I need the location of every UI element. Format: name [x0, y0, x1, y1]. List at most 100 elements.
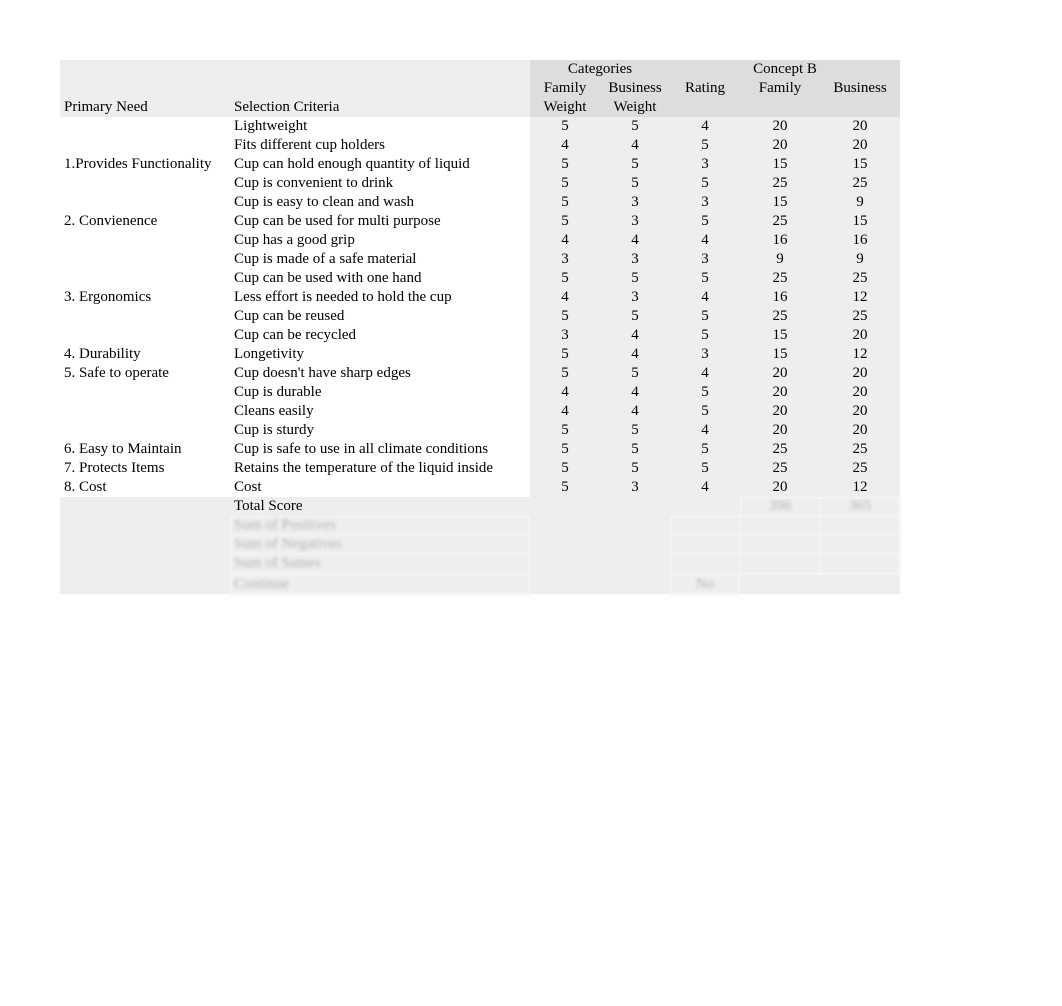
family-weight-cell: 4	[530, 288, 600, 307]
primary-need-cell	[60, 250, 230, 269]
continue-label: Continue	[230, 575, 530, 594]
business-weight-cell: 3	[600, 250, 670, 269]
rating-cell: 4	[670, 288, 740, 307]
table-row: Cup is convenient to drink5552525	[60, 174, 900, 193]
rating-cell: 4	[670, 231, 740, 250]
rating-header: Rating	[670, 79, 740, 98]
primary-need-cell	[60, 383, 230, 402]
business-score-cell: 25	[820, 440, 900, 459]
rating-cell: 5	[670, 269, 740, 288]
table-row: 8. CostCost5342012	[60, 478, 900, 497]
footer-row-3: Sum of Sames	[60, 554, 900, 573]
family-score-cell: 20	[740, 117, 820, 136]
primary-need-cell	[60, 117, 230, 136]
criteria-cell: Cup can be used for multi purpose	[230, 212, 530, 231]
rating-cell: 4	[670, 364, 740, 383]
business-weight-cell: 4	[600, 136, 670, 155]
criteria-cell: Fits different cup holders	[230, 136, 530, 155]
family-score-cell: 25	[740, 269, 820, 288]
total-family: 396	[740, 497, 820, 516]
family-weight-cell: 5	[530, 307, 600, 326]
family-score-cell: 25	[740, 212, 820, 231]
header-row-3: Primary Need Selection Criteria Weight W…	[60, 98, 900, 117]
family-score-cell: 20	[740, 136, 820, 155]
categories-header: Categories	[530, 60, 670, 79]
rating-cell: 4	[670, 478, 740, 497]
business-weight-cell: 4	[600, 231, 670, 250]
business-weight-cell: 5	[600, 174, 670, 193]
criteria-cell: Cup doesn't have sharp edges	[230, 364, 530, 383]
rating-cell: 5	[670, 212, 740, 231]
table-row: 6. Easy to MaintainCup is safe to use in…	[60, 440, 900, 459]
rating-cell: 5	[670, 383, 740, 402]
family-weight-cell: 3	[530, 250, 600, 269]
family-weight-cell: 5	[530, 478, 600, 497]
rating-cell: 5	[670, 402, 740, 421]
rating-cell: 4	[670, 421, 740, 440]
family-score-cell: 15	[740, 326, 820, 345]
rating-cell: 3	[670, 250, 740, 269]
family-score-cell: 20	[740, 364, 820, 383]
family-weight-cell: 5	[530, 364, 600, 383]
continue-row: Continue No	[60, 575, 900, 594]
rating-cell: 3	[670, 193, 740, 212]
table-row: 7. Protects ItemsRetains the temperature…	[60, 459, 900, 478]
sum-negatives-label: Sum of Negatives	[230, 535, 530, 554]
table-row: Lightweight5542020	[60, 117, 900, 136]
table-row: Cup is made of a safe material33399	[60, 250, 900, 269]
scoring-matrix-sheet: Categories Concept B Family Business Rat…	[0, 0, 1062, 654]
family-weight-cell: 4	[530, 136, 600, 155]
table-row: 4. DurabilityLongetivity5431512	[60, 345, 900, 364]
business-header: Business	[820, 79, 900, 98]
business-score-cell: 15	[820, 155, 900, 174]
total-score-row: Total Score 396 365	[60, 497, 900, 516]
family-score-cell: 16	[740, 288, 820, 307]
primary-need-cell	[60, 421, 230, 440]
criteria-cell: Cup is safe to use in all climate condit…	[230, 440, 530, 459]
family-header: Family	[740, 79, 820, 98]
family-weight-cell: 4	[530, 231, 600, 250]
criteria-cell: Lightweight	[230, 117, 530, 136]
header-row-2: Family Business Rating Family Business	[60, 79, 900, 98]
family-score-cell: 20	[740, 402, 820, 421]
family-weight-header-1: Family	[530, 79, 600, 98]
business-score-cell: 25	[820, 269, 900, 288]
primary-need-cell: 7. Protects Items	[60, 459, 230, 478]
table-row: Cup is sturdy5542020	[60, 421, 900, 440]
family-weight-cell: 5	[530, 155, 600, 174]
business-score-cell: 20	[820, 136, 900, 155]
business-score-cell: 20	[820, 117, 900, 136]
business-weight-cell: 3	[600, 288, 670, 307]
business-score-cell: 25	[820, 459, 900, 478]
primary-need-cell	[60, 326, 230, 345]
business-weight-cell: 5	[600, 421, 670, 440]
footer-row-1: Sum of Positives	[60, 516, 900, 535]
family-score-cell: 15	[740, 155, 820, 174]
primary-need-cell	[60, 231, 230, 250]
table-row: 1.Provides FunctionalityCup can hold eno…	[60, 155, 900, 174]
primary-need-header: Primary Need	[60, 98, 230, 117]
continue-value: No	[670, 575, 740, 594]
table-row: Cup is easy to clean and wash533159	[60, 193, 900, 212]
primary-need-cell: 3. Ergonomics	[60, 288, 230, 307]
total-score-label: Total Score	[230, 497, 530, 516]
family-score-cell: 9	[740, 250, 820, 269]
primary-need-cell: 2. Convienence	[60, 212, 230, 231]
concept-header: Concept B	[670, 60, 900, 79]
business-weight-cell: 5	[600, 117, 670, 136]
business-weight-cell: 5	[600, 459, 670, 478]
business-weight-cell: 3	[600, 212, 670, 231]
family-score-cell: 16	[740, 231, 820, 250]
criteria-cell: Cup can be reused	[230, 307, 530, 326]
business-score-cell: 15	[820, 212, 900, 231]
family-score-cell: 25	[740, 440, 820, 459]
business-weight-header-2: Weight	[600, 98, 670, 117]
family-score-cell: 25	[740, 459, 820, 478]
business-score-cell: 12	[820, 345, 900, 364]
primary-need-cell	[60, 307, 230, 326]
table-row: Cleans easily4452020	[60, 402, 900, 421]
primary-need-cell: 6. Easy to Maintain	[60, 440, 230, 459]
total-business: 365	[820, 497, 900, 516]
business-weight-cell: 4	[600, 326, 670, 345]
criteria-cell: Cup can hold enough quantity of liquid	[230, 155, 530, 174]
